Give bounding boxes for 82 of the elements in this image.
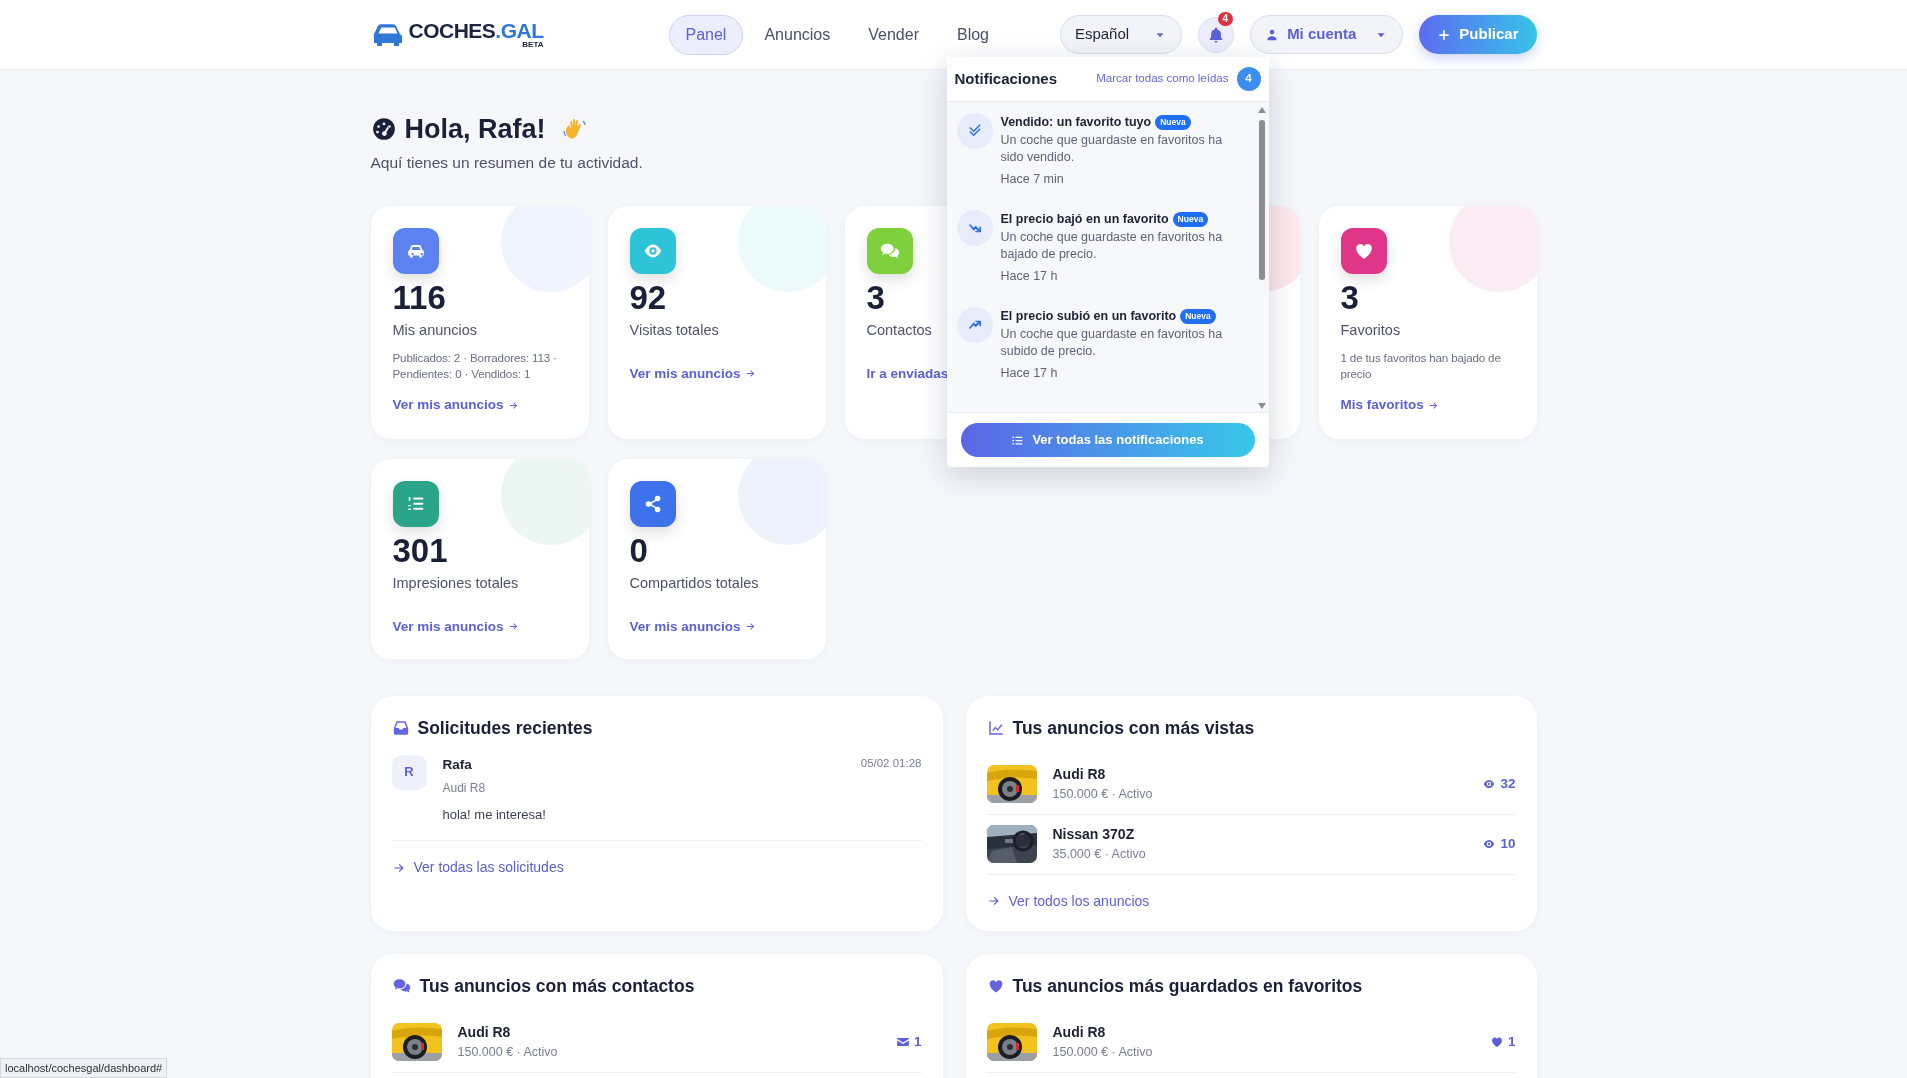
listing-meta: 35.000 € · Activo — [1052, 846, 1147, 864]
view-count: 32 — [1500, 775, 1516, 793]
stat-label: Contactos — [866, 320, 932, 340]
nav-link[interactable]: Blog — [939, 14, 1006, 55]
stat-link[interactable]: Ver mis anuncios — [629, 616, 756, 637]
new-badge: Nueva — [1172, 212, 1209, 227]
request-date: 05/02 01:28 — [860, 755, 922, 771]
stat-link[interactable]: Ver mis anuncios — [392, 395, 519, 416]
request-message: hola! me interesa! — [442, 805, 547, 824]
publish-button[interactable]: Publicar — [1419, 15, 1537, 54]
view-all-link[interactable]: Ver todos los anuncios — [986, 890, 1150, 912]
notification-time: Hace 17 h — [1000, 365, 1059, 383]
stat-link[interactable]: Ver mis anuncios — [629, 363, 756, 384]
stat-label: Compartidos totales — [629, 573, 759, 593]
nav-link[interactable]: Vender — [851, 14, 936, 55]
favorite-count: 1 — [1508, 1033, 1516, 1051]
view-all-notifications-button[interactable]: Ver todas las notificaciones — [960, 423, 1255, 457]
unread-count-badge: 4 — [1236, 67, 1261, 91]
notification-text: Un coche que guardaste en favoritos ha subido de precio. — [1000, 325, 1224, 360]
panel-title: Solicitudes recientes — [417, 717, 593, 739]
list-icon — [1011, 433, 1025, 447]
listing-name[interactable]: Nissan 370Z — [1052, 824, 1467, 846]
view-count: 10 — [1500, 835, 1516, 853]
inbox-icon — [391, 719, 410, 738]
stat-value: 0 — [629, 532, 648, 569]
listing-meta: 150.000 € · Activo — [1052, 786, 1154, 804]
stat-label: Mis anuncios — [392, 320, 478, 340]
mark-all-read-link[interactable]: Marcar todas como leídas — [1096, 70, 1229, 88]
nav-link[interactable]: Anuncios — [747, 14, 848, 55]
notification-time: Hace 7 min — [1000, 171, 1065, 189]
stat-detail: 1 de tus favoritos han bajado de precio — [1340, 349, 1502, 383]
heart-icon — [1490, 1035, 1504, 1050]
notification-text: Un coche que guardaste en favoritos ha sido vendido. — [1000, 131, 1224, 166]
notification-item[interactable]: Vendido: un favorito tuyo Nueva Un coche que guardaste en favoritos ha sido vendido. Hace 7 min — [946, 102, 1269, 199]
dropdown-title: Notificaciones — [954, 68, 1058, 89]
account-dropdown[interactable]: Mi cuenta — [1250, 15, 1404, 54]
contact-count: 1 — [914, 1033, 922, 1051]
panel-title: Tus anuncios con más contactos — [419, 975, 695, 997]
listing-meta: 150.000 € · Activo — [1052, 1044, 1154, 1062]
notification-item[interactable]: El precio bajó en un favorito Nueva Un coche que guardaste en favoritos ha bajado de precio. Hace 17 h — [946, 199, 1269, 296]
panel-title: Tus anuncios más guardados en favoritos — [1012, 975, 1363, 997]
dashboard-gauge-icon — [370, 116, 397, 143]
stat-link[interactable]: Ver mis anuncios — [392, 616, 519, 637]
notification-count-badge: 4 — [1217, 11, 1234, 26]
greeting-title: Hola, Rafa! — [404, 113, 546, 146]
listing-name[interactable]: Audi R8 — [1052, 1022, 1474, 1044]
stat-detail: Publicados: 2 · Borradores: 113 · Pendientes: 0 · Vendidos: 1 — [392, 349, 558, 383]
stat-label: Visitas totales — [629, 320, 719, 340]
stat-value: 3 — [866, 279, 885, 316]
new-badge: Nueva — [1155, 115, 1191, 130]
notification-item[interactable]: El precio subió en un favorito Nueva Un coche que guardaste en favoritos ha subido de precio. Hace 17 h — [946, 296, 1269, 393]
line-chart-icon — [986, 719, 1005, 738]
brand-logo[interactable]: COCHES.GAL BETA — [408, 20, 544, 49]
plus-icon — [1437, 27, 1452, 42]
stat-value: 92 — [629, 279, 667, 316]
notification-title: El precio subió en un favorito — [1000, 308, 1177, 325]
language-dropdown[interactable]: Español — [1059, 15, 1183, 54]
notification-time: Hace 17 h — [1000, 268, 1059, 286]
avatar-initial: R — [391, 754, 427, 790]
stat-label: Favoritos — [1340, 320, 1401, 340]
notification-title: Vendido: un favorito tuyo — [1000, 114, 1152, 131]
panel-title: Tus anuncios con más vistas — [1012, 717, 1255, 739]
view-all-link[interactable]: Ver todas las solicitudes — [391, 857, 564, 879]
notification-text: Un coche que guardaste en favoritos ha bajado de precio. — [1000, 228, 1224, 263]
stat-link[interactable]: Mis favoritos — [1340, 395, 1439, 416]
notification-title: El precio bajó en un favorito — [1000, 211, 1169, 228]
stat-link[interactable]: Ir a enviadas — [866, 363, 949, 384]
status-bar-url: localhost/cochesgal/dashboard# — [0, 1057, 168, 1078]
stat-value: 116 — [392, 279, 446, 316]
greeting-subtitle: Aquí tienes un resumen de tu actividad. — [370, 153, 643, 174]
stat-value: 301 — [392, 532, 448, 569]
listing-name[interactable]: Audi R8 — [1052, 764, 1467, 786]
stat-value: 3 — [1340, 279, 1359, 316]
listing-name[interactable]: Audi R8 — [457, 1022, 880, 1044]
new-badge: Nueva — [1180, 309, 1216, 324]
sender-name: Rafa — [442, 755, 473, 774]
request-car: Audi R8 — [442, 779, 487, 797]
user-icon — [1265, 27, 1280, 42]
nav-link[interactable]: Panel — [668, 14, 744, 55]
scrollbar[interactable] — [1256, 106, 1267, 410]
listing-meta: 150.000 € · Activo — [457, 1044, 559, 1062]
stat-label: Impresiones totales — [392, 573, 519, 593]
